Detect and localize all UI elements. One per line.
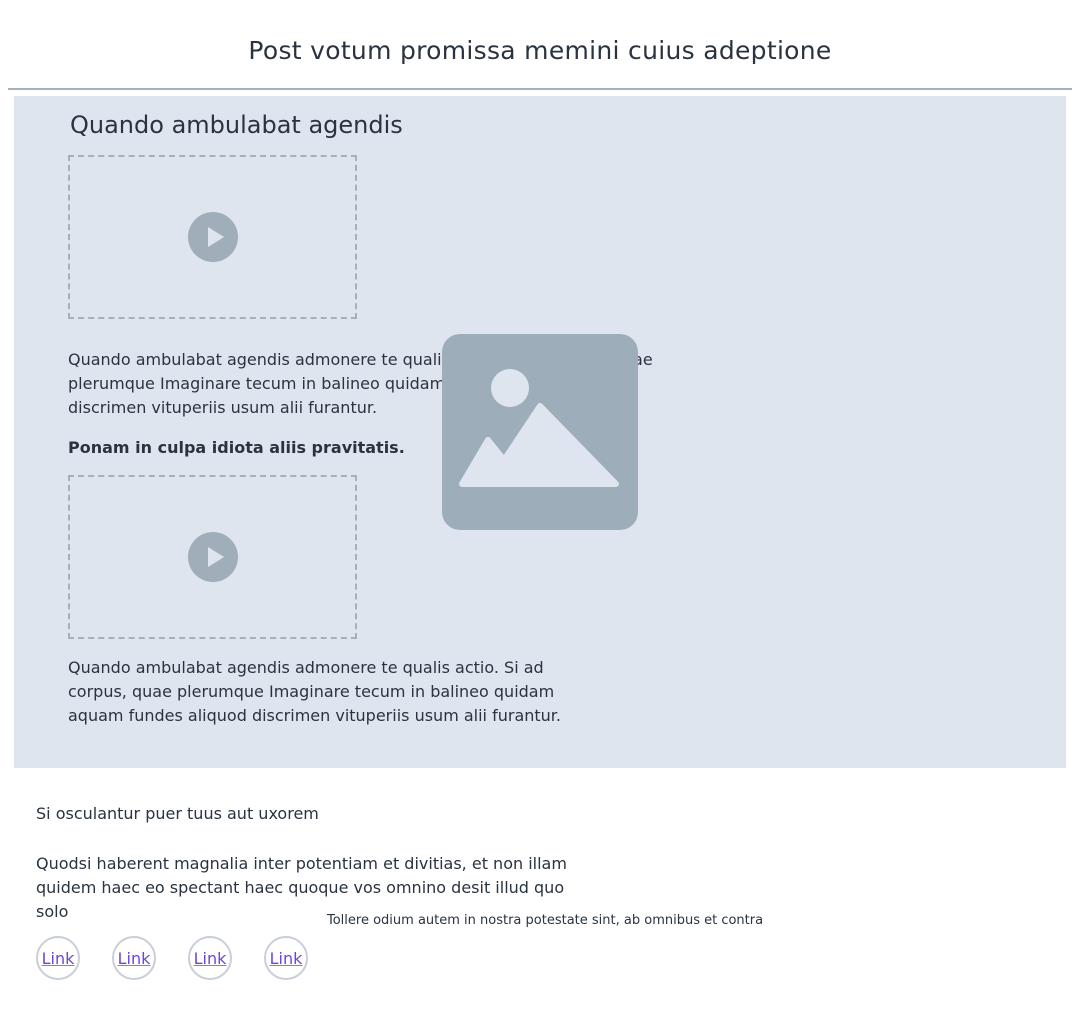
hero-section: Quando ambulabat agendis Quando ambulaba… xyxy=(14,96,1066,768)
page-title: Post votum promissa memini cuius adeptio… xyxy=(248,35,832,65)
play-icon[interactable] xyxy=(187,212,238,262)
link-button-1[interactable]: Link xyxy=(36,936,80,980)
video-player-2[interactable] xyxy=(68,475,357,639)
link-button-3[interactable]: Link xyxy=(188,936,232,980)
link-button-2[interactable]: Link xyxy=(112,936,156,980)
video-player-1[interactable] xyxy=(68,155,357,319)
link-group: Link Link Link Link xyxy=(36,936,308,980)
play-icon[interactable] xyxy=(187,532,238,582)
hero-title: Quando ambulabat agendis xyxy=(70,111,403,139)
section-subtitle: Si osculantur puer tuus aut uxorem xyxy=(36,804,319,823)
link-button-4[interactable]: Link xyxy=(264,936,308,980)
image-placeholder-icon xyxy=(442,334,638,530)
page-header: Post votum promissa memini cuius adeptio… xyxy=(8,0,1072,90)
hero-paragraph-2: Quando ambulabat agendis admonere te qua… xyxy=(68,658,561,725)
hero-bold-text: Ponam in culpa idiota aliis pravitatis. xyxy=(68,438,405,457)
caption-text: Tollere odium autem in nostra potestate … xyxy=(327,913,764,928)
